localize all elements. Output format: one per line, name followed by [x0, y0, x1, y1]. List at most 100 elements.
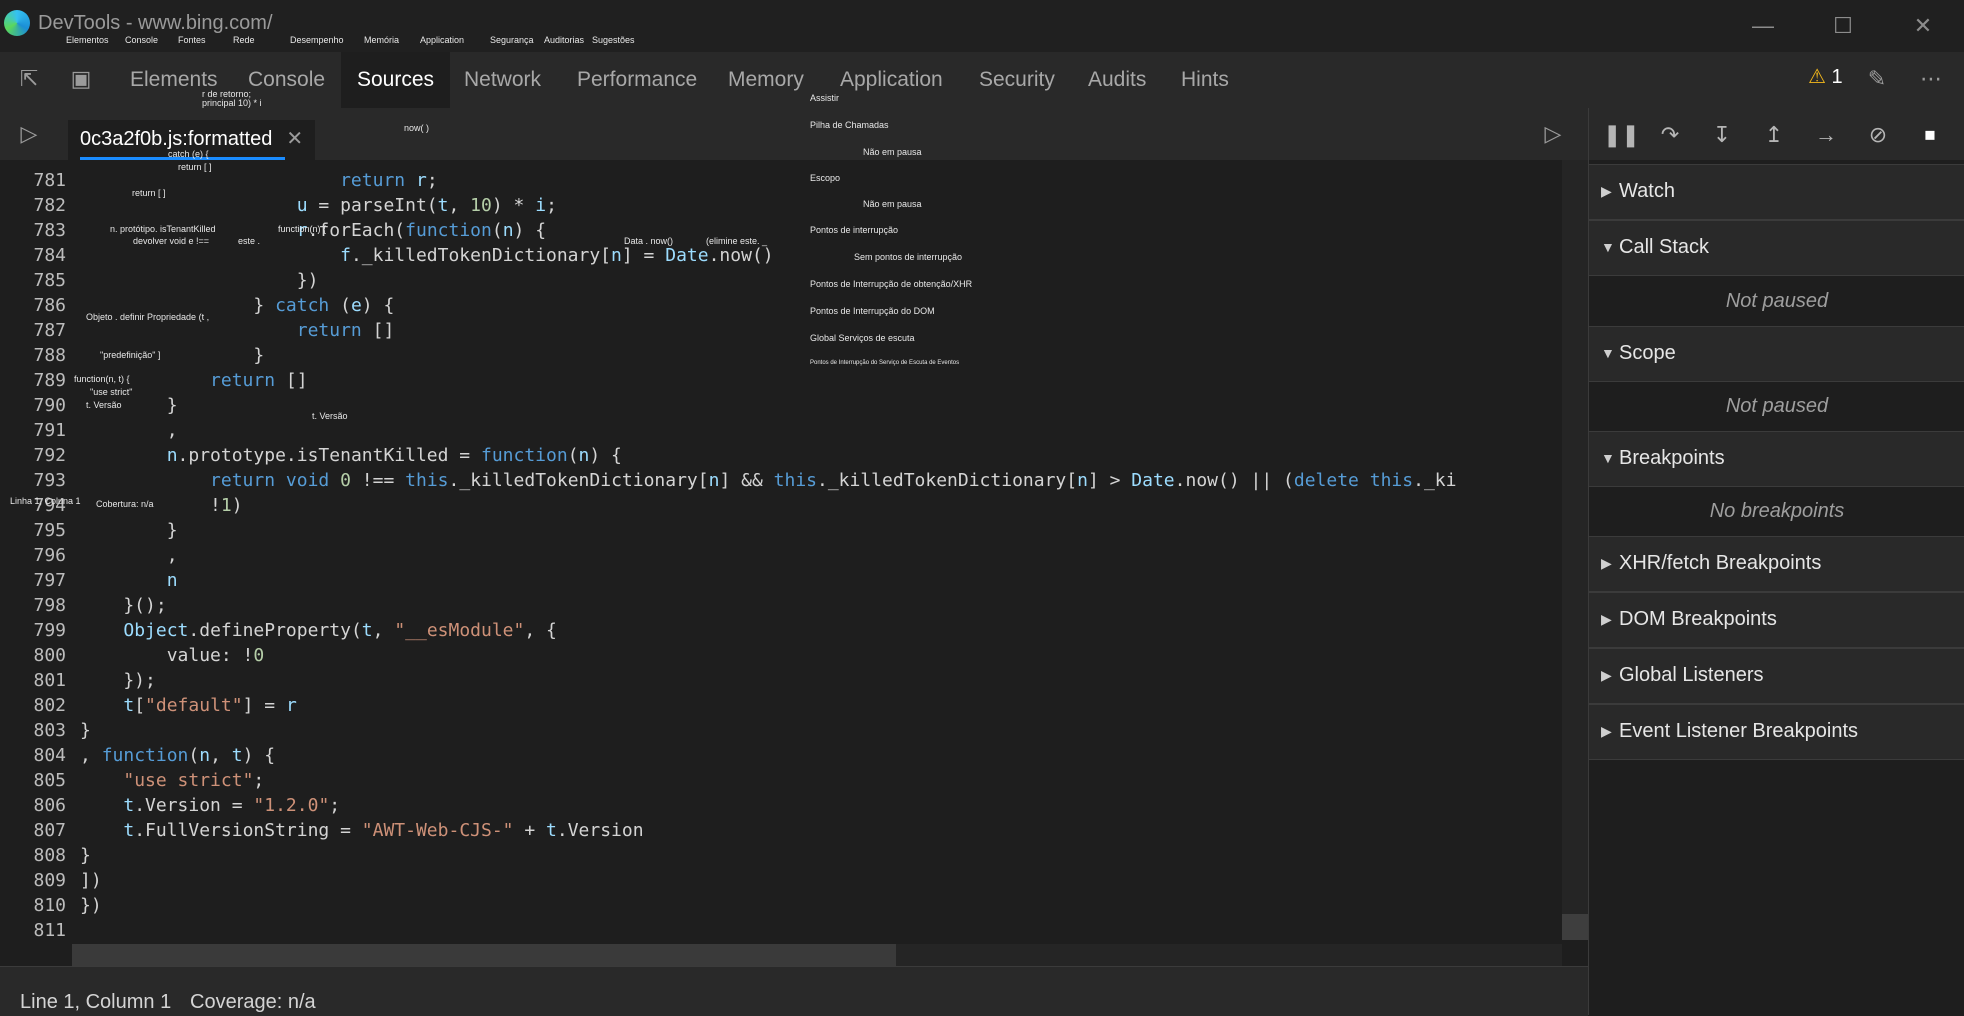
line-number[interactable]: 806 [0, 793, 66, 818]
overlay-label: function(n, t) { [74, 374, 130, 384]
code-editor[interactable]: 781 782 783 784 785 786 787 788 789 790 … [0, 160, 1562, 940]
overlay-label: function(n) { [278, 224, 327, 234]
pause-icon[interactable]: ❚❚ [1603, 120, 1640, 150]
line-number[interactable]: 786 [0, 293, 66, 318]
section-xhr-breakpoints[interactable]: ▶ XHR/fetch Breakpoints [1589, 536, 1964, 592]
feedback-icon[interactable]: ✎ [1862, 64, 1892, 94]
section-global-listeners[interactable]: ▶ Global Listeners [1589, 648, 1964, 704]
tab-hints[interactable]: Hints [1181, 52, 1229, 108]
line-number[interactable]: 804 [0, 743, 66, 768]
line-number[interactable]: 810 [0, 893, 66, 918]
warning-icon: ⚠ [1808, 66, 1826, 88]
section-event-listener-breakpoints[interactable]: ▶ Event Listener Breakpoints [1589, 704, 1964, 760]
line-number[interactable]: 792 [0, 443, 66, 468]
line-number[interactable]: 802 [0, 693, 66, 718]
line-number[interactable]: 800 [0, 643, 66, 668]
overlay-label: Auditorias [544, 35, 585, 45]
step-into-icon[interactable]: ↧ [1707, 120, 1737, 150]
minimize-icon[interactable]: — [1738, 8, 1788, 44]
toggle-debugger-icon[interactable]: ▷ [1538, 119, 1568, 149]
section-call-stack[interactable]: ▼ Call Stack [1589, 220, 1964, 276]
section-dom-breakpoints[interactable]: ▶ DOM Breakpoints [1589, 592, 1964, 648]
vertical-scroll-thumb[interactable] [1562, 914, 1588, 940]
overlay-label: now( ) [404, 123, 430, 133]
section-breakpoints[interactable]: ▼ Breakpoints [1589, 431, 1964, 487]
expand-arrow-icon: ▶ [1601, 667, 1612, 683]
line-number[interactable]: 807 [0, 818, 66, 843]
overlay-label: "use strict" [90, 387, 133, 397]
window-title: DevTools - www.bing.com/ [38, 12, 273, 34]
tab-security[interactable]: Security [979, 52, 1055, 108]
overlay-label: Application [420, 35, 465, 45]
line-number[interactable]: 805 [0, 768, 66, 793]
tab-performance[interactable]: Performance [577, 52, 697, 108]
deactivate-breakpoints-icon[interactable]: ⊘ [1863, 120, 1893, 150]
overlay-label: Pontos de interrupção [810, 225, 899, 235]
code-line: } [80, 520, 178, 541]
step-icon[interactable]: → [1811, 120, 1841, 150]
collapse-arrow-icon: ▼ [1601, 239, 1615, 255]
line-number[interactable]: 783 [0, 218, 66, 243]
tab-memory[interactable]: Memory [728, 52, 804, 108]
code-line: Object.defineProperty(t, "__esModule", { [123, 620, 557, 641]
line-number[interactable]: 793 [0, 468, 66, 493]
line-number[interactable]: 797 [0, 568, 66, 593]
line-number[interactable]: 796 [0, 543, 66, 568]
overlay-label: Cobertura: n/a [96, 499, 154, 509]
overlay-label: Linha 1, Coluna 1 [10, 496, 81, 506]
overlay-label: devolver void e !== [133, 236, 210, 246]
select-element-icon[interactable]: ⇱ [14, 64, 44, 94]
tab-network[interactable]: Network [464, 52, 541, 108]
scope-empty: Not paused [1725, 395, 1829, 417]
expand-arrow-icon: ▶ [1601, 183, 1612, 199]
line-number[interactable]: 811 [0, 918, 66, 940]
horizontal-scroll-thumb[interactable] [72, 944, 896, 966]
line-number[interactable]: 803 [0, 718, 66, 743]
code-line: }) [80, 895, 102, 916]
line-number[interactable]: 809 [0, 868, 66, 893]
expand-arrow-icon: ▶ [1601, 723, 1612, 739]
tab-audits[interactable]: Audits [1088, 52, 1146, 108]
section-scope[interactable]: ▼ Scope [1589, 326, 1964, 382]
code-line: }) [80, 270, 319, 291]
vertical-scrollbar[interactable] [1562, 160, 1588, 940]
tab-application[interactable]: Application [840, 52, 943, 108]
code-line: }(); [80, 595, 167, 616]
overlay-label: Não em pausa [863, 199, 922, 209]
line-number[interactable]: 788 [0, 343, 66, 368]
toggle-navigator-icon[interactable]: ▷ [14, 119, 44, 149]
line-number[interactable]: 808 [0, 843, 66, 868]
warning-badge[interactable]: ⚠ 1 [1808, 64, 1843, 89]
line-number[interactable]: 782 [0, 193, 66, 218]
line-number[interactable]: 798 [0, 593, 66, 618]
line-number[interactable]: 799 [0, 618, 66, 643]
code-line: n [166, 570, 178, 591]
overlay-label: n. protótipo. isTenantKilled [110, 224, 216, 234]
status-bar: Line 1, Column 1 Coverage: n/a [0, 966, 1588, 1016]
section-watch[interactable]: ▶ Watch [1589, 164, 1964, 220]
line-number[interactable]: 781 [0, 168, 66, 193]
code-line: , function(n, t) { [80, 745, 276, 766]
line-number[interactable]: 795 [0, 518, 66, 543]
more-options-icon[interactable]: ⋯ [1916, 64, 1946, 94]
overlay-label: "predefinição" ] [100, 350, 161, 360]
line-number[interactable]: 785 [0, 268, 66, 293]
device-emulation-icon[interactable]: ▣ [66, 64, 96, 94]
line-number[interactable]: 789 [0, 368, 66, 393]
close-tab-icon[interactable]: ✕ [286, 128, 303, 150]
tab-sources[interactable]: Sources [341, 52, 451, 108]
overlay-label: Sugestões [592, 35, 635, 45]
line-number[interactable]: 791 [0, 418, 66, 443]
line-number[interactable]: 801 [0, 668, 66, 693]
step-out-icon[interactable]: ↥ [1759, 120, 1789, 150]
line-number[interactable]: 784 [0, 243, 66, 268]
expand-arrow-icon: ▶ [1601, 611, 1612, 627]
maximize-icon[interactable]: ☐ [1818, 8, 1868, 44]
collapse-arrow-icon: ▼ [1601, 450, 1615, 466]
line-number[interactable]: 787 [0, 318, 66, 343]
collapse-arrow-icon: ▼ [1601, 345, 1615, 361]
pause-on-exceptions-icon[interactable]: ⏹ [1915, 120, 1945, 150]
close-icon[interactable]: ✕ [1898, 8, 1948, 44]
line-number[interactable]: 790 [0, 393, 66, 418]
step-over-icon[interactable]: ↷ [1655, 120, 1685, 150]
